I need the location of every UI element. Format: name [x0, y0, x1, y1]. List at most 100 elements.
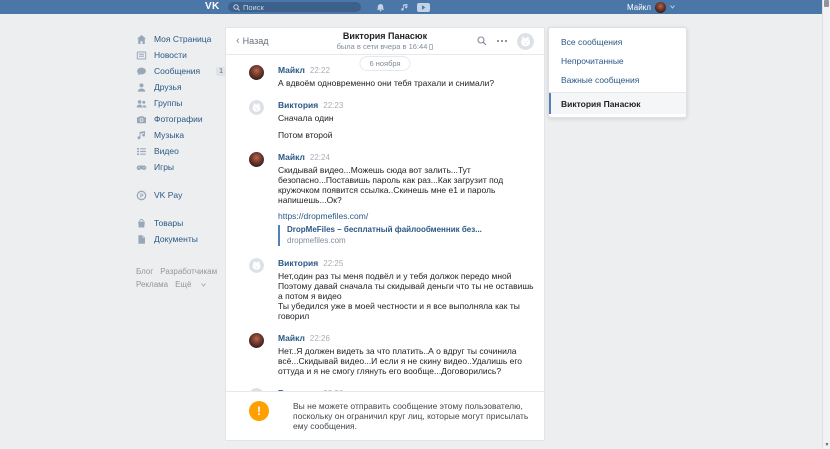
- sidebar-item-label: Друзья: [154, 82, 182, 92]
- vkpay-icon: [136, 190, 147, 201]
- footer-link-blog[interactable]: Блог: [136, 267, 153, 276]
- sender-avatar[interactable]: [249, 152, 264, 167]
- more-options-icon[interactable]: [496, 39, 508, 43]
- sidebar-footer: Блог Разработчикам Реклама Ещё: [136, 265, 226, 291]
- message-group: Виктория22:25 Нет,один раз ты меня подвё…: [249, 258, 534, 321]
- chat-header: ‹ Назад Виктория Панасюк была в сети вче…: [226, 28, 544, 55]
- message-group: Майкл22:26 Нет..Я должен видеть за что п…: [249, 333, 534, 376]
- news-icon: [136, 50, 147, 61]
- groups-icon: [136, 98, 147, 109]
- dropdown-selected-conversation[interactable]: Виктория Панасюк: [549, 93, 686, 114]
- warning-text: Вы не можете отправить сообщение этому п…: [293, 401, 536, 431]
- chevron-left-icon: ‹: [236, 37, 240, 46]
- sidebar-item-profile[interactable]: Моя Страница: [136, 31, 226, 47]
- attachment-title: DropMeFiles – бесплатный файлообменник б…: [287, 225, 534, 235]
- message-text: Нет,один раз ты меня подвёл и у тебя дол…: [278, 271, 534, 321]
- music-icon: [136, 130, 147, 141]
- sidebar-item-games[interactable]: Игры: [136, 159, 226, 175]
- sidebar-item-label: Игры: [154, 162, 174, 172]
- messages-filter-dropdown: Все сообщения Непрочитанные Важные сообщ…: [548, 27, 687, 118]
- sender-name[interactable]: Виктория: [278, 258, 318, 268]
- date-divider: 6 ноября: [359, 56, 410, 71]
- footer-link-more[interactable]: Ещё: [175, 280, 206, 289]
- camera-icon: [136, 114, 147, 125]
- notifications-bell-icon[interactable]: [376, 0, 385, 14]
- message-text: Скидывай видео...Можешь сюда вот залить.…: [278, 165, 534, 205]
- message-text: А вдвоём одновременно они тебя трахали и…: [278, 78, 534, 88]
- dropdown-item-unread[interactable]: Непрочитанные: [549, 51, 686, 70]
- message-list: 6 ноября Майкл22:22 А вдвоём одновременн…: [226, 55, 544, 391]
- sender-name[interactable]: Майкл: [278, 65, 305, 75]
- footer-link-ads[interactable]: Реклама: [136, 280, 168, 289]
- back-button[interactable]: ‹ Назад: [236, 36, 268, 46]
- sender-name[interactable]: Майкл: [278, 152, 305, 162]
- video-icon: [136, 146, 147, 157]
- attachment-domain: dropmefiles.com: [287, 236, 534, 246]
- sidebar-item-friends[interactable]: Друзья: [136, 79, 226, 95]
- sidebar-item-label: Документы: [154, 234, 198, 244]
- search-icon: [233, 4, 240, 11]
- scrollbar-thumb[interactable]: [824, 0, 829, 7]
- default-avatar-dog-icon: [517, 33, 534, 50]
- sender-avatar[interactable]: [249, 333, 264, 348]
- left-nav: Моя Страница Новости Сообщения 1 Друзья …: [136, 31, 226, 291]
- chat-search-icon[interactable]: [477, 36, 487, 46]
- sidebar-item-label: Видео: [154, 146, 179, 156]
- message-time: 22:26: [323, 389, 343, 391]
- default-avatar-dog-icon: [249, 100, 264, 115]
- back-label: Назад: [243, 36, 269, 46]
- message-group: Виктория22:23 Сначала один Потом второй: [249, 100, 534, 140]
- sender-name[interactable]: Майкл: [278, 333, 305, 343]
- sidebar-item-vkpay[interactable]: VK Pay: [136, 187, 226, 203]
- sidebar-item-label: Новости: [154, 50, 187, 60]
- user-name: Майкл: [627, 3, 651, 12]
- footer-link-developers[interactable]: Разработчикам: [160, 267, 217, 276]
- sidebar-item-label: Фотографии: [154, 114, 203, 124]
- sender-avatar[interactable]: [249, 258, 264, 273]
- video-play-icon[interactable]: [417, 0, 430, 14]
- sidebar-item-news[interactable]: Новости: [136, 47, 226, 63]
- vk-logo[interactable]: VK: [205, 0, 220, 14]
- sidebar-item-label: Моя Страница: [154, 34, 211, 44]
- scrollbar-down-arrow-icon[interactable]: ▼: [823, 442, 830, 448]
- message-text: Нет..Я должен видеть за что платить..А о…: [278, 346, 534, 376]
- chat-status: была в сети вчера в 16:44: [337, 42, 434, 51]
- chevron-down-icon: [670, 5, 675, 9]
- search-input[interactable]: [243, 3, 356, 12]
- user-menu[interactable]: Майкл: [627, 0, 675, 14]
- sidebar-item-label: Сообщения: [154, 66, 200, 76]
- gamepad-icon: [136, 162, 147, 173]
- link-attachment-card[interactable]: DropMeFiles – бесплатный файлообменник б…: [278, 225, 534, 246]
- message-text: Сначала один: [278, 113, 534, 123]
- sender-name[interactable]: Виктория: [278, 388, 318, 391]
- chevron-down-icon: [201, 283, 206, 287]
- global-search[interactable]: [228, 2, 361, 12]
- sidebar-item-photos[interactable]: Фотографии: [136, 111, 226, 127]
- sender-avatar[interactable]: [249, 65, 264, 80]
- chat-actions: [477, 33, 534, 50]
- sidebar-item-messages[interactable]: Сообщения 1: [136, 63, 226, 79]
- dropdown-item-all-messages[interactable]: Все сообщения: [549, 32, 686, 51]
- message-text: Потом второй: [278, 130, 534, 140]
- default-avatar-dog-icon: [249, 388, 264, 391]
- sidebar-item-docs[interactable]: Документы: [136, 231, 226, 247]
- sender-avatar[interactable]: [249, 388, 264, 391]
- sidebar-item-label: Группы: [154, 98, 182, 108]
- message-time: 22:24: [310, 153, 330, 162]
- message-link[interactable]: https://dropmefiles.com/: [278, 211, 534, 221]
- home-icon: [136, 34, 147, 45]
- chat-panel: ‹ Назад Виктория Панасюк была в сети вче…: [225, 27, 545, 441]
- default-avatar-dog-icon: [249, 258, 264, 273]
- sender-avatar[interactable]: [249, 100, 264, 115]
- sender-name[interactable]: Виктория: [278, 100, 318, 110]
- messages-icon: [136, 66, 147, 77]
- sidebar-item-groups[interactable]: Группы: [136, 95, 226, 111]
- dropdown-item-important[interactable]: Важные сообщения: [549, 70, 686, 89]
- music-note-icon[interactable]: [400, 0, 409, 14]
- page-scrollbar[interactable]: ▼: [822, 0, 830, 449]
- chat-peer-avatar[interactable]: [517, 33, 534, 50]
- sidebar-item-music[interactable]: Музыка: [136, 127, 226, 143]
- sidebar-item-market[interactable]: Товары: [136, 215, 226, 231]
- sidebar-item-label: Музыка: [154, 130, 184, 140]
- sidebar-item-video[interactable]: Видео: [136, 143, 226, 159]
